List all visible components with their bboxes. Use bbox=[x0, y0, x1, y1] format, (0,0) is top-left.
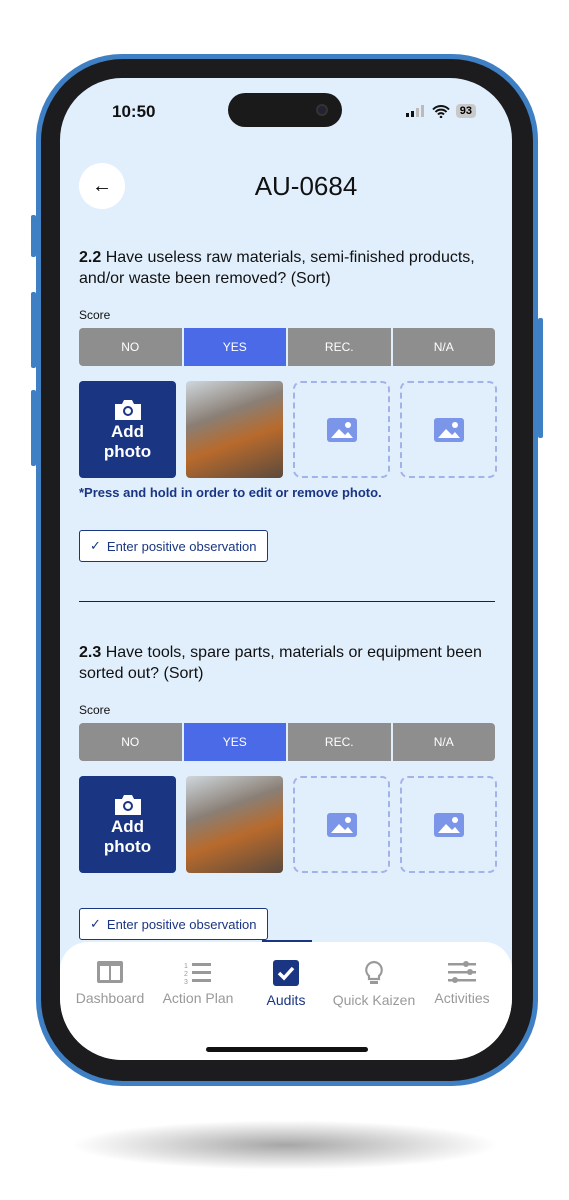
camera-icon bbox=[114, 794, 141, 815]
score-selector: NO YES REC. N/A bbox=[79, 328, 495, 366]
photo-thumbnail[interactable] bbox=[186, 776, 283, 873]
observation-label: Enter positive observation bbox=[106, 916, 257, 932]
question-text: 2.3 Have tools, spare parts, materials o… bbox=[79, 642, 499, 684]
phone-shadow bbox=[70, 1120, 500, 1170]
score-no[interactable]: NO bbox=[79, 328, 182, 366]
page-title: AU-0684 bbox=[254, 171, 358, 201]
status-icons: 93 bbox=[405, 104, 476, 118]
add-photo-label: Add photo bbox=[103, 421, 152, 461]
lightbulb-icon bbox=[365, 960, 383, 984]
nav-quick-kaizen[interactable]: Quick Kaizen bbox=[330, 960, 418, 1060]
nav-audits[interactable]: Audits bbox=[242, 960, 330, 1060]
signal-icon bbox=[405, 105, 424, 117]
score-rec[interactable]: REC. bbox=[288, 328, 391, 366]
dashboard-icon bbox=[97, 961, 123, 983]
nav-label: Audits bbox=[266, 992, 306, 1008]
positive-observation-button[interactable]: ✓ Enter positive observation bbox=[79, 908, 268, 940]
svg-text:2: 2 bbox=[184, 971, 188, 978]
status-time: 10:50 bbox=[112, 102, 156, 121]
camera-icon bbox=[114, 399, 141, 420]
image-icon bbox=[326, 417, 357, 442]
divider bbox=[79, 601, 495, 602]
nav-label: Action Plan bbox=[162, 990, 234, 1006]
score-yes[interactable]: YES bbox=[183, 328, 286, 366]
check-icon: ✓ bbox=[90, 538, 101, 553]
score-selector: NO YES REC. N/A bbox=[79, 723, 495, 761]
battery-level: 93 bbox=[455, 104, 476, 118]
question-number: 2.3 bbox=[79, 644, 102, 661]
score-no[interactable]: NO bbox=[79, 723, 182, 761]
add-photo-button[interactable]: Add photo bbox=[79, 381, 176, 478]
bottom-nav: Dashboard 123 Action Plan Audits Quick K… bbox=[60, 942, 512, 1060]
nav-action-plan[interactable]: 123 Action Plan bbox=[154, 960, 242, 1060]
observation-label: Enter positive observation bbox=[106, 538, 257, 554]
dynamic-island bbox=[228, 93, 342, 127]
numbered-list-icon: 123 bbox=[184, 963, 211, 984]
checkbox-icon bbox=[273, 960, 299, 986]
score-na[interactable]: N/A bbox=[392, 328, 495, 366]
nav-label: Quick Kaizen bbox=[332, 992, 416, 1008]
add-photo-label: Add photo bbox=[103, 816, 152, 856]
sliders-icon bbox=[448, 961, 476, 983]
svg-text:1: 1 bbox=[184, 963, 188, 970]
wifi-icon bbox=[432, 104, 450, 118]
photo-hint: *Press and hold in order to edit or remo… bbox=[79, 485, 382, 500]
check-icon: ✓ bbox=[90, 916, 101, 931]
nav-label: Dashboard bbox=[75, 990, 145, 1006]
score-label: Score bbox=[79, 703, 111, 717]
question-label: Have useless raw materials, semi-finishe… bbox=[79, 249, 475, 287]
home-indicator[interactable] bbox=[206, 1047, 368, 1052]
screen: 10:50 93 ← AU-0684 2.2 Have useless raw … bbox=[60, 78, 512, 1060]
score-label: Score bbox=[79, 308, 111, 322]
empty-photo-slot[interactable] bbox=[293, 381, 390, 478]
nav-label: Activities bbox=[434, 990, 490, 1006]
question-text: 2.2 Have useless raw materials, semi-fin… bbox=[79, 247, 499, 289]
image-icon bbox=[433, 417, 464, 442]
empty-photo-slot[interactable] bbox=[293, 776, 390, 873]
nav-dashboard[interactable]: Dashboard bbox=[66, 960, 154, 1060]
empty-photo-slot[interactable] bbox=[400, 776, 497, 873]
add-photo-button[interactable]: Add photo bbox=[79, 776, 176, 873]
power-button bbox=[538, 318, 543, 438]
positive-observation-button[interactable]: ✓ Enter positive observation bbox=[79, 530, 268, 562]
photo-row: Add photo bbox=[79, 381, 497, 478]
score-yes[interactable]: YES bbox=[183, 723, 286, 761]
image-icon bbox=[433, 812, 464, 837]
photo-thumbnail[interactable] bbox=[186, 381, 283, 478]
score-na[interactable]: N/A bbox=[392, 723, 495, 761]
svg-text:3: 3 bbox=[184, 979, 188, 984]
empty-photo-slot[interactable] bbox=[400, 381, 497, 478]
photo-row: Add photo bbox=[79, 776, 497, 873]
question-number: 2.2 bbox=[79, 249, 102, 266]
score-rec[interactable]: REC. bbox=[288, 723, 391, 761]
camera-icon bbox=[316, 104, 328, 116]
image-icon bbox=[326, 812, 357, 837]
question-label: Have tools, spare parts, materials or eq… bbox=[79, 644, 482, 682]
nav-activities[interactable]: Activities bbox=[418, 960, 506, 1060]
